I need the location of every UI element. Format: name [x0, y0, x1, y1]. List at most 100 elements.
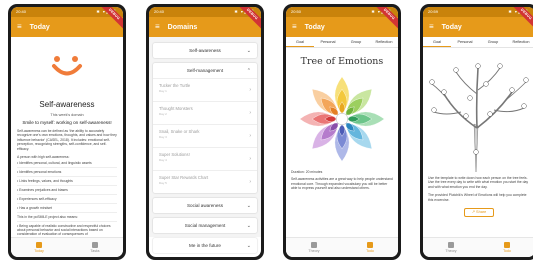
- activity-title: Thought Monsters: [159, 106, 193, 111]
- activity-item[interactable]: Snail, Snake or Shark Day 3 ›: [153, 124, 257, 147]
- bottom-nav: Theory Todo: [286, 237, 398, 257]
- activity-item[interactable]: Super Solutions! Day 4 ›: [153, 147, 257, 170]
- screenshot-stage: 20:40 ✱ ▾◢ 🔋 DEBUG ≡ Today Self-awarenes…: [0, 0, 533, 264]
- app-bar-title: Today: [441, 23, 462, 31]
- app-bar-title: Domains: [167, 23, 198, 31]
- domain-card-social-management[interactable]: Social management ⌄: [153, 218, 257, 233]
- nav-theory[interactable]: Theory: [423, 238, 479, 257]
- screen: 20:50 ✱ ▾◢ 🔋 DEBUG ≡ Today Goal Personal…: [286, 7, 398, 257]
- phone-domains: 20:40 ✱ ▾◢ 🔋 DEBUG ≡ Domains Self-awaren…: [146, 4, 264, 260]
- chevron-down-icon: ⌄: [246, 222, 251, 229]
- chevron-down-icon: ⌄: [246, 47, 251, 54]
- bullet-item: • Identifies personal emotions: [17, 168, 117, 178]
- app-bar: ≡ Domains: [149, 17, 261, 37]
- activity-tabs: Goal Personal Group Reflection: [286, 37, 398, 48]
- activity-title: Tucker the Turtle: [159, 83, 191, 88]
- chevron-right-icon: ›: [249, 179, 251, 185]
- domain-card-self-awareness[interactable]: Self-awareness ⌄: [153, 43, 257, 58]
- chevron-down-icon: ⌄: [246, 202, 251, 209]
- domain-card-me-in-the-future[interactable]: Me in the future ⌄: [153, 238, 257, 253]
- domain-intro: Self-awareness can be defined as 'the ab…: [17, 129, 117, 151]
- app-bar: ≡ Today: [11, 17, 123, 37]
- activity-description: Self-awareness activities are a great wa…: [291, 177, 393, 191]
- todo-icon: [504, 242, 510, 248]
- tasks-icon: [92, 242, 98, 248]
- bullet-item: This in the poSMILE project also means:: [17, 213, 117, 223]
- activity-title: Snail, Snake or Shark: [159, 129, 200, 134]
- emotion-wheel-image: [299, 76, 385, 162]
- nav-todo[interactable]: Todo: [479, 238, 533, 257]
- activity-day: Day 4: [159, 158, 167, 162]
- phone-emotion-tree-exercise: 20:59 ✱ ▾◢ 🔋 DEBUG ≡ Today Goal Personal…: [420, 4, 533, 260]
- status-time: 20:40: [154, 9, 165, 14]
- bottom-nav: Theory Todo: [423, 237, 533, 257]
- duration-text: Duration: 20 minutes: [291, 170, 323, 174]
- chevron-right-icon: ›: [249, 156, 251, 162]
- tab-reflection[interactable]: Reflection: [507, 37, 533, 47]
- tab-personal[interactable]: Personal: [451, 37, 479, 47]
- app-bar-title: Today: [29, 23, 50, 31]
- activity-day: Day 2: [159, 112, 167, 116]
- screen: 20:40 ✱ ▾◢ 🔋 DEBUG ≡ Domains Self-awaren…: [149, 7, 261, 257]
- share-button[interactable]: ↗ Share: [464, 208, 494, 218]
- tab-group[interactable]: Group: [342, 37, 370, 47]
- today-content: Self-awareness This week's domain Smile …: [11, 37, 123, 240]
- hamburger-menu-icon[interactable]: ≡: [292, 23, 297, 31]
- app-bar: ≡ Today: [286, 17, 398, 37]
- bottom-nav: Today Tasks: [11, 237, 123, 257]
- tab-group[interactable]: Group: [479, 37, 507, 47]
- bullet-item: • Examines prejudices and biases: [17, 186, 117, 196]
- todo-icon: [367, 242, 373, 248]
- book-icon: [311, 242, 317, 248]
- hamburger-menu-icon[interactable]: ≡: [17, 23, 22, 31]
- domain-heading: Self-awareness: [39, 100, 95, 109]
- card-label: Me in the future: [189, 243, 221, 248]
- bullet-item: • Has a growth mindset: [17, 204, 117, 214]
- chevron-right-icon: ›: [249, 110, 251, 116]
- activity-item[interactable]: Super Star Rewards Chart Day 5 ›: [153, 170, 257, 193]
- tab-personal[interactable]: Personal: [314, 37, 342, 47]
- hamburger-menu-icon[interactable]: ≡: [155, 23, 160, 31]
- tab-reflection[interactable]: Reflection: [370, 37, 398, 47]
- chevron-down-icon: ⌄: [246, 242, 251, 249]
- activity-title: Super Star Rewards Chart: [159, 175, 209, 180]
- activity-day: Day 5: [159, 181, 167, 185]
- nav-theory[interactable]: Theory: [286, 238, 342, 257]
- bullet-item: • Identifies personal, cultural, and lin…: [17, 159, 117, 169]
- domain-quote: Smile to myself: working on self-awarene…: [22, 120, 112, 125]
- chevron-up-icon: ⌃: [246, 67, 251, 74]
- exercise-instructions: Use the template to write down how each …: [428, 176, 529, 189]
- screen: 20:59 ✱ ▾◢ 🔋 DEBUG ≡ Today Goal Personal…: [423, 7, 533, 257]
- bullet-item: • Links feelings, values, and thoughts: [17, 177, 117, 187]
- domains-list: Self-awareness ⌄ Self-management ⌃ Tucker …: [149, 37, 261, 253]
- chevron-right-icon: ›: [249, 87, 251, 93]
- phone-today-self-awareness: 20:40 ✱ ▾◢ 🔋 DEBUG ≡ Today Self-awarenes…: [8, 4, 126, 260]
- book-icon: [448, 242, 454, 248]
- nav-todo[interactable]: Todo: [342, 238, 398, 257]
- smile-logo-icon: [52, 56, 82, 76]
- card-label: Self-awareness: [189, 48, 221, 53]
- tab-goal[interactable]: Goal: [286, 37, 314, 47]
- blob-tree-image: [426, 54, 532, 172]
- nav-tasks[interactable]: Tasks: [67, 238, 123, 257]
- card-label: Social management: [184, 223, 226, 228]
- tab-goal[interactable]: Goal: [423, 37, 451, 47]
- nav-today[interactable]: Today: [11, 238, 67, 257]
- app-bar-title: Today: [304, 23, 325, 31]
- hamburger-menu-icon[interactable]: ≡: [429, 23, 434, 31]
- chevron-right-icon: ›: [249, 133, 251, 139]
- activity-tabs: Goal Personal Group Reflection: [423, 37, 533, 48]
- activity-item[interactable]: Thought Monsters Day 2 ›: [153, 101, 257, 124]
- phone-tree-of-emotions: 20:50 ✱ ▾◢ 🔋 DEBUG ≡ Today Goal Personal…: [283, 4, 401, 260]
- share-label: Share: [476, 210, 487, 215]
- activity-item[interactable]: Tucker the Turtle Day 1 ›: [153, 78, 257, 101]
- domain-card-social-awareness[interactable]: Social awareness ⌄: [153, 198, 257, 213]
- card-label: Social awareness: [186, 203, 223, 208]
- activity-day: Day 1: [159, 89, 167, 93]
- bullet-item: • Experiences self-efficacy: [17, 195, 117, 205]
- domain-card-self-management[interactable]: Self-management ⌃ Tucker the Turtle Day 1 ›…: [153, 63, 257, 193]
- status-time: 20:59: [428, 9, 439, 14]
- calendar-icon: [36, 242, 42, 248]
- tree-title: Tree of Emotions: [300, 56, 384, 67]
- card-label: Self-management: [186, 68, 224, 73]
